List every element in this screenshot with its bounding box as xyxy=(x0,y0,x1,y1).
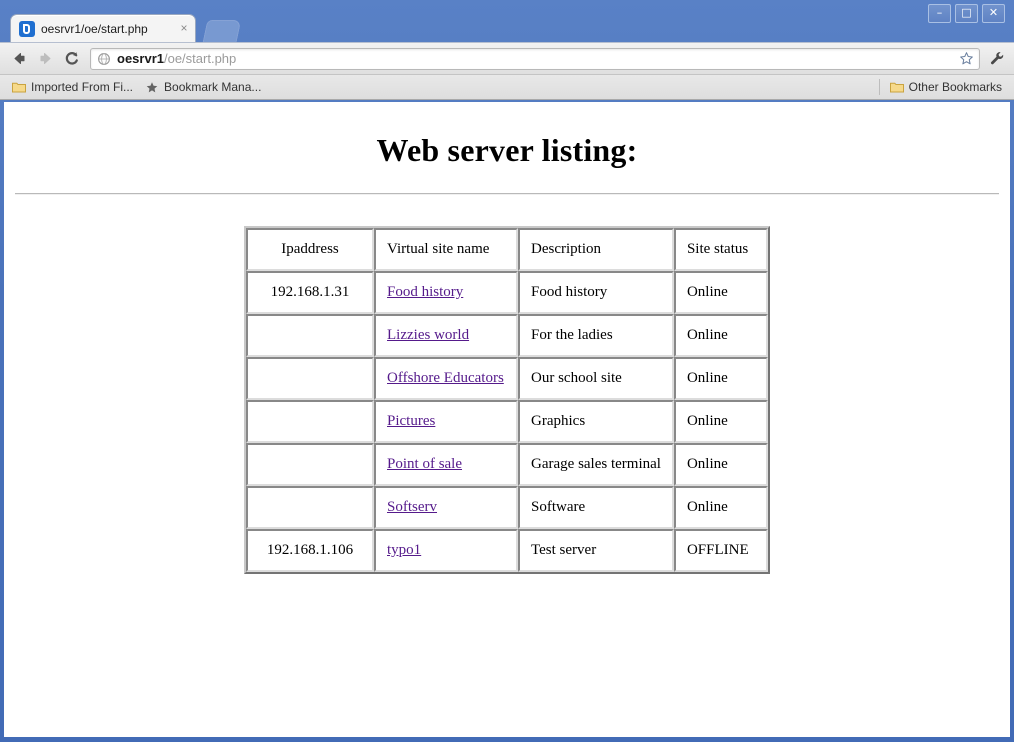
back-button[interactable] xyxy=(6,46,32,72)
close-icon[interactable]: × xyxy=(177,21,191,36)
table-row: Pictures Graphics Online xyxy=(246,400,768,443)
page-title: Web server listing: xyxy=(376,132,638,168)
site-link[interactable]: Softserv xyxy=(387,499,437,515)
back-arrow-icon xyxy=(14,53,24,64)
cell-site-status: Online xyxy=(673,486,768,529)
reload-button[interactable] xyxy=(58,46,84,72)
minimize-button[interactable]: – xyxy=(928,4,951,23)
bookmark-item-imported[interactable]: Imported From Fi... xyxy=(6,78,139,96)
bookmarks-separator xyxy=(878,79,880,95)
cell-description: Software xyxy=(518,486,674,529)
maximize-icon: □ xyxy=(961,6,972,19)
browser-window: oesrvr1/oe/start.php × – □ ✕ oesrvr1/oe/… xyxy=(0,0,1014,742)
star-icon xyxy=(145,81,159,94)
cell-virtual-site-name: Pictures xyxy=(374,400,519,443)
table-row: 192.168.1.106 typo1 Test server OFFLINE xyxy=(246,529,768,572)
address-bar[interactable]: oesrvr1/oe/start.php xyxy=(90,47,980,70)
site-link[interactable]: Point of sale xyxy=(387,456,462,472)
cell-description: Test server xyxy=(518,529,674,572)
bookmark-item-manager[interactable]: Bookmark Mana... xyxy=(139,78,267,96)
tab-strip: oesrvr1/oe/start.php × – □ ✕ xyxy=(0,0,1014,42)
cell-ipaddress: 192.168.1.106 xyxy=(246,529,375,572)
cell-ipaddress xyxy=(246,486,375,529)
wrench-icon xyxy=(990,52,1003,65)
cell-ipaddress xyxy=(246,314,375,357)
table-row: Lizzies world For the ladies Online xyxy=(246,314,768,357)
address-bar-text: oesrvr1/oe/start.php xyxy=(117,49,957,69)
site-link[interactable]: typo1 xyxy=(387,542,421,558)
site-link[interactable]: Food history xyxy=(387,284,463,300)
bookmark-label: Imported From Fi... xyxy=(31,80,134,94)
table-row: Offshore Educators Our school site Onlin… xyxy=(246,357,768,400)
cell-ipaddress: 192.168.1.31 xyxy=(246,271,375,314)
close-window-icon: ✕ xyxy=(988,6,999,19)
other-bookmarks-label: Other Bookmarks xyxy=(908,80,1002,94)
bookmark-star-button[interactable] xyxy=(957,50,975,68)
cell-description: For the ladies xyxy=(518,314,674,357)
window-controls: – □ ✕ xyxy=(928,4,1005,23)
bookmarks-bar: Imported From Fi... Bookmark Mana... Oth… xyxy=(0,74,1014,100)
site-link[interactable]: Pictures xyxy=(387,413,435,429)
cell-site-status: Online xyxy=(673,314,768,357)
table-row: 192.168.1.31 Food history Food history O… xyxy=(246,271,768,314)
table-header-row: Ipaddress Virtual site name Description … xyxy=(246,228,768,271)
column-header-virtual-site-name: Virtual site name xyxy=(374,228,519,271)
cell-ipaddress xyxy=(246,357,375,400)
cell-site-status: Online xyxy=(673,357,768,400)
column-header-ipaddress: Ipaddress xyxy=(246,228,375,271)
cell-virtual-site-name: Point of sale xyxy=(374,443,519,486)
cell-ipaddress xyxy=(246,443,375,486)
cell-virtual-site-name: Softserv xyxy=(374,486,519,529)
folder-icon xyxy=(889,81,904,93)
other-bookmarks-button[interactable]: Other Bookmarks xyxy=(884,78,1008,96)
forward-arrow-icon xyxy=(40,53,50,64)
browser-toolbar: oesrvr1/oe/start.php xyxy=(0,42,1014,74)
cell-virtual-site-name: typo1 xyxy=(374,529,519,572)
cell-site-status: Online xyxy=(673,443,768,486)
tab-active[interactable]: oesrvr1/oe/start.php × xyxy=(10,14,196,42)
globe-icon xyxy=(98,52,110,65)
cell-site-status: Online xyxy=(673,271,768,314)
cell-site-status: Online xyxy=(673,400,768,443)
forward-button[interactable] xyxy=(32,46,58,72)
url-host: oesrvr1 xyxy=(117,50,164,66)
reload-arrow-icon xyxy=(65,52,78,65)
page-viewport: Web server listing: Ipaddress Virtual si… xyxy=(4,102,1010,737)
server-listing-table: Ipaddress Virtual site name Description … xyxy=(244,226,770,574)
table-row: Softserv Software Online xyxy=(246,486,768,529)
site-link[interactable]: Lizzies world xyxy=(387,327,469,343)
cell-site-status: OFFLINE xyxy=(673,529,768,572)
chrome-menu-button[interactable] xyxy=(984,46,1008,72)
table-body: Ipaddress Virtual site name Description … xyxy=(246,228,768,572)
url-path: /oe/start.php xyxy=(163,50,237,66)
site-link[interactable]: Offshore Educators xyxy=(387,370,504,386)
close-window-button[interactable]: ✕ xyxy=(982,4,1005,23)
folder-icon xyxy=(12,81,26,93)
bookmark-label: Bookmark Mana... xyxy=(164,80,262,94)
web-page: Web server listing: Ipaddress Virtual si… xyxy=(4,102,1010,574)
cell-ipaddress xyxy=(246,400,375,443)
cell-virtual-site-name: Offshore Educators xyxy=(374,357,519,400)
favicon-icon xyxy=(19,20,35,37)
horizontal-rule xyxy=(15,193,999,195)
cell-virtual-site-name: Lizzies world xyxy=(374,314,519,357)
cell-virtual-site-name: Food history xyxy=(374,271,519,314)
cell-description: Garage sales terminal xyxy=(518,443,674,486)
minimize-icon: – xyxy=(936,6,943,19)
cell-description: Graphics xyxy=(518,400,674,443)
cell-description: Our school site xyxy=(518,357,674,400)
column-header-site-status: Site status xyxy=(673,228,768,271)
star-icon xyxy=(959,52,973,65)
tab-title: oesrvr1/oe/start.php xyxy=(41,21,148,36)
new-tab-button[interactable] xyxy=(202,20,242,42)
table-row: Point of sale Garage sales terminal Onli… xyxy=(246,443,768,486)
column-header-description: Description xyxy=(518,228,674,271)
maximize-button[interactable]: □ xyxy=(955,4,978,23)
cell-description: Food history xyxy=(518,271,674,314)
